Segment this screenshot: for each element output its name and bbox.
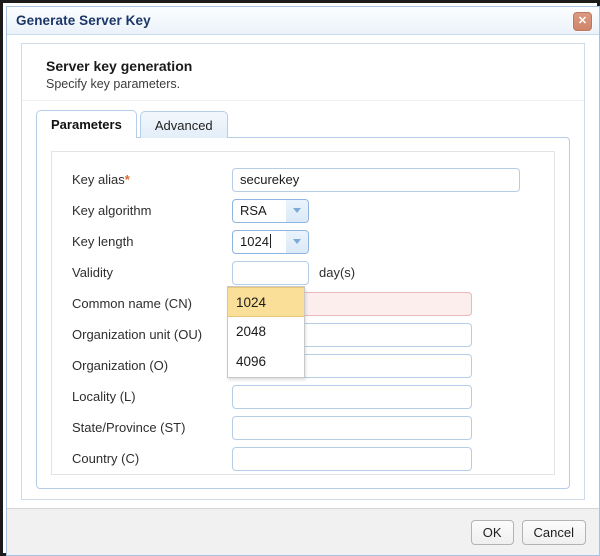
- tab-advanced[interactable]: Advanced: [139, 111, 228, 138]
- key-length-value: 1024: [240, 233, 269, 249]
- text-caret: [269, 233, 271, 248]
- key-length-combo[interactable]: 1024: [232, 229, 309, 254]
- key-alias-input[interactable]: [232, 167, 520, 192]
- dialog-footer: OK Cancel: [7, 508, 599, 555]
- row-locality: Locality (L): [72, 381, 540, 412]
- key-algorithm-value: RSA: [240, 202, 267, 218]
- row-country: Country (C): [72, 443, 540, 474]
- parameters-form: Key alias* Key algorithm RSA: [72, 164, 540, 474]
- label-key-alias-text: Key alias: [72, 172, 125, 187]
- chevron-down-glyph: [293, 208, 301, 213]
- dialog-titlebar: Generate Server Key ✕: [7, 7, 599, 35]
- label-key-length: Key length: [72, 234, 134, 249]
- chevron-down-icon[interactable]: [286, 199, 308, 222]
- row-key-alias: Key alias*: [72, 164, 540, 195]
- chevron-down-glyph: [293, 239, 301, 244]
- row-key-length: Key length 1024: [72, 226, 540, 257]
- dialog-title: Generate Server Key: [16, 13, 151, 28]
- generate-server-key-dialog: Generate Server Key ✕ Server key generat…: [0, 0, 600, 556]
- country-input[interactable]: [232, 446, 472, 471]
- tab-parameters[interactable]: Parameters: [36, 110, 137, 138]
- row-state-province: State/Province (ST): [72, 412, 540, 443]
- state-province-input[interactable]: [232, 415, 472, 440]
- dialog-inner-frame: Generate Server Key ✕ Server key generat…: [6, 6, 600, 556]
- validity-unit-label: day(s): [319, 265, 356, 280]
- label-organization: Organization (O): [72, 358, 169, 373]
- heading-block: Server key generation Specify key parame…: [22, 44, 584, 101]
- close-icon[interactable]: ✕: [573, 12, 592, 31]
- dropdown-option-1024[interactable]: 1024: [228, 287, 304, 317]
- validity-input[interactable]: [232, 260, 309, 285]
- locality-input[interactable]: [232, 384, 472, 409]
- page-title: Server key generation: [46, 58, 193, 74]
- label-locality: Locality (L): [72, 389, 136, 404]
- row-validity: Validity day(s): [72, 257, 540, 288]
- label-key-alias: Key alias*: [72, 172, 232, 187]
- key-algorithm-combo[interactable]: RSA: [232, 198, 309, 223]
- label-validity: Validity: [72, 265, 113, 280]
- label-organization-unit: Organization unit (OU): [72, 327, 203, 342]
- dialog-body: Server key generation Specify key parame…: [7, 35, 599, 508]
- key-length-dropdown-list[interactable]: 1024 2048 4096: [227, 286, 305, 378]
- row-organization: Organization (O): [72, 350, 540, 381]
- key-length-value-wrap: 1024: [233, 231, 286, 253]
- label-common-name: Common name (CN): [72, 296, 192, 311]
- label-key-algorithm: Key algorithm: [72, 203, 152, 218]
- row-key-algorithm: Key algorithm RSA: [72, 195, 540, 226]
- dropdown-option-4096[interactable]: 4096: [228, 347, 304, 377]
- dialog-content-frame: Server key generation Specify key parame…: [21, 43, 585, 500]
- page-subtitle: Specify key parameters.: [46, 77, 181, 91]
- required-marker: *: [124, 172, 130, 187]
- label-state-province: State/Province (ST): [72, 420, 186, 435]
- chevron-down-icon[interactable]: [286, 230, 308, 253]
- label-country: Country (C): [72, 451, 140, 466]
- row-organization-unit: Organization unit (OU): [72, 319, 540, 350]
- row-common-name: Common name (CN): [72, 288, 540, 319]
- close-glyph: ✕: [577, 15, 588, 27]
- tabstrip: Parameters Advanced: [36, 110, 584, 138]
- ok-button[interactable]: OK: [470, 519, 514, 545]
- dropdown-option-2048[interactable]: 2048: [228, 317, 304, 347]
- cancel-button[interactable]: Cancel: [521, 519, 586, 545]
